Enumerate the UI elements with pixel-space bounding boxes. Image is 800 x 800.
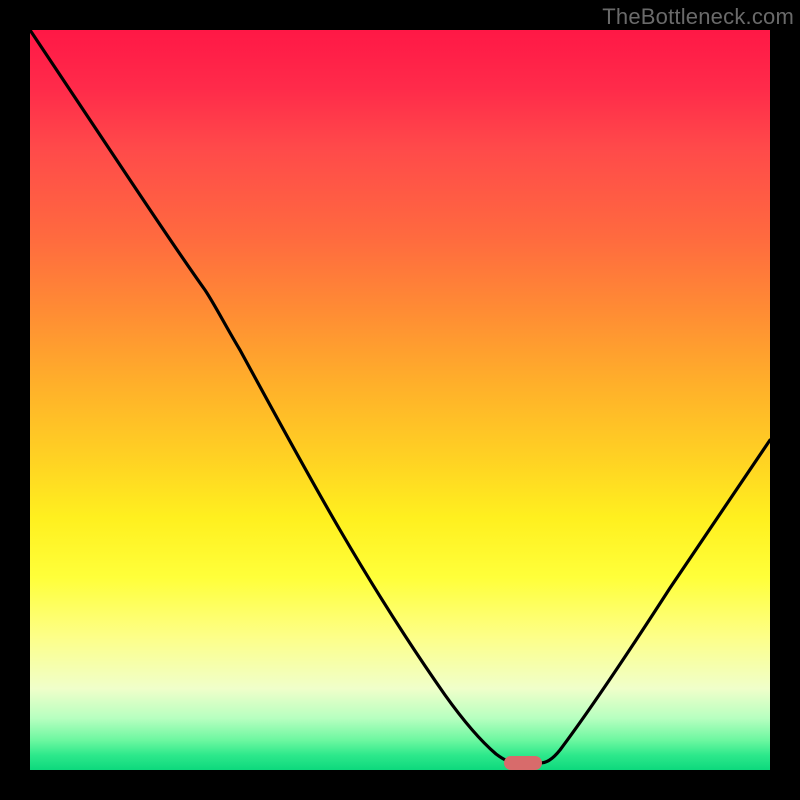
optimum-marker <box>504 756 542 770</box>
curve-path <box>30 30 770 763</box>
plot-area <box>30 30 770 770</box>
watermark-text: TheBottleneck.com <box>602 4 794 30</box>
chart-frame: TheBottleneck.com <box>0 0 800 800</box>
bottleneck-curve <box>30 30 770 770</box>
